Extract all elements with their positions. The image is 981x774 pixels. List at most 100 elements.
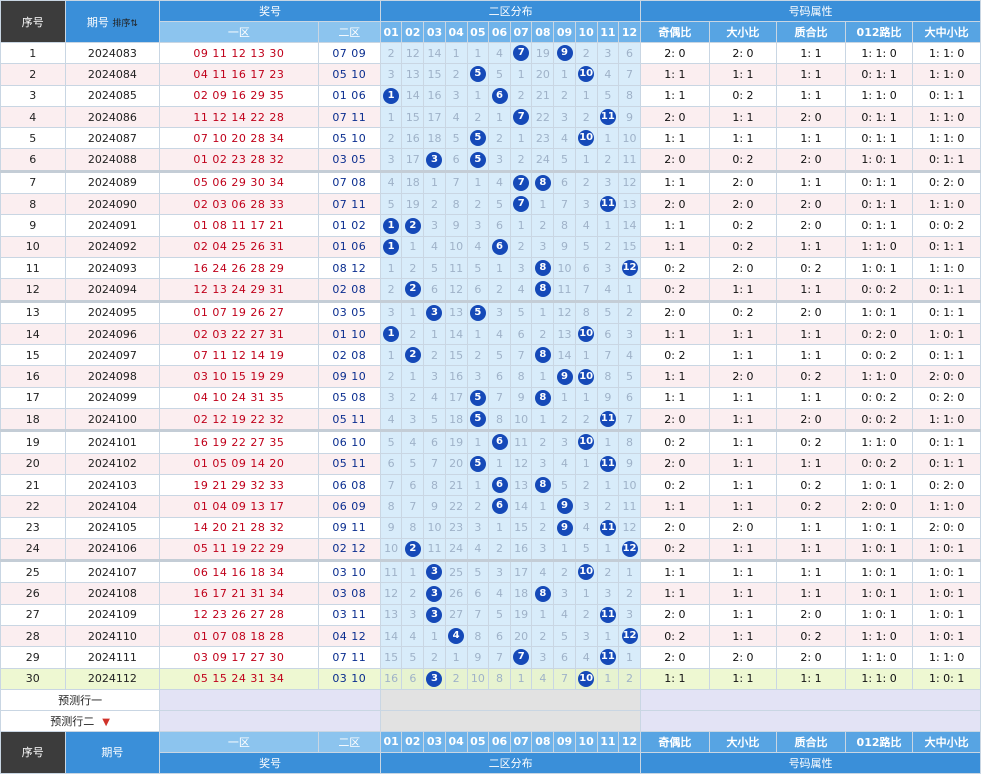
hit-ball: 1 [383, 238, 400, 255]
dist-cell: 3 [380, 63, 403, 86]
dist-cell: 7 [596, 344, 619, 367]
row-period: 2024105 [64, 516, 161, 539]
dist-cell: 6 [380, 452, 403, 475]
dist-cell: 8 [531, 344, 555, 367]
dist-cell: 5 [487, 603, 512, 627]
dist-cell: 20 [510, 625, 533, 648]
dist-cell: 15 [380, 646, 403, 669]
row-zone1-numbers: 01 04 09 13 17 [159, 495, 319, 518]
dist-cell: 5 [423, 256, 446, 280]
dist-cell: 2 [574, 603, 598, 627]
dist-cell: 4 [617, 344, 642, 367]
dist-cell: 10 [510, 408, 533, 432]
dist-cell: 3 [487, 299, 512, 324]
row-attr-2: 1: 1 [776, 386, 846, 410]
row-zone1-numbers: 03 10 15 19 29 [159, 365, 319, 388]
row-zone1-numbers: 16 24 26 28 29 [159, 256, 319, 280]
row-attr-0: 1: 1 [640, 495, 710, 518]
dist-cell: 8 [466, 625, 489, 648]
row-attr-0: 2: 0 [640, 41, 710, 65]
sort-icon[interactable]: 排序⇅ [112, 18, 138, 29]
header-period[interactable]: 期号 排序⇅ [64, 0, 161, 43]
row-attr-1: 1: 1 [708, 63, 778, 86]
hit-ball: 3 [426, 585, 443, 602]
dist-cell: 3 [423, 559, 446, 584]
dist-cell: 19 [531, 41, 555, 65]
dist-cell: 2 [531, 322, 555, 346]
sort-label: 排序 [112, 18, 131, 29]
row-zone1-numbers: 01 05 09 14 20 [159, 452, 319, 475]
row-attr-3: 0: 1: 1 [844, 63, 914, 86]
row-seq: 6 [0, 148, 66, 172]
dist-cell: 9 [553, 41, 576, 65]
row-zone1-numbers: 16 19 22 27 35 [159, 429, 319, 454]
header-attr-1: 大小比 [708, 21, 778, 43]
row-attr-4: 0: 1: 1 [912, 452, 981, 475]
dist-cell: 2 [553, 559, 576, 584]
dist-cell: 7 [380, 473, 403, 497]
dist-cell: 13 [401, 63, 425, 86]
prediction-row-2-dist[interactable] [380, 709, 642, 732]
row-seq: 1 [0, 41, 66, 65]
row-attr-3: 1: 0: 1 [844, 148, 914, 172]
hit-ball: 9 [556, 498, 573, 515]
table-row: 8 2024090 02 03 06 28 33 07 11 5 19 2 8 2 5 7 1 7 3 11… [0, 193, 981, 216]
dist-cell: 11 [596, 646, 619, 669]
dist-cell: 5 [466, 408, 489, 432]
dist-cell: 6 [487, 625, 512, 648]
hit-ball: 9 [556, 45, 573, 62]
row-attr-0: 1: 1 [640, 63, 710, 86]
arrow-down-icon[interactable]: ▼ [102, 717, 110, 728]
row-attr-3: 0: 1: 1 [844, 169, 914, 195]
row-attr-0: 1: 1 [640, 84, 710, 107]
dist-cell: 7 [510, 344, 533, 367]
row-attr-2: 0: 2 [776, 625, 846, 648]
dist-cell: 9 [596, 386, 619, 410]
row-period: 2024097 [64, 344, 161, 367]
dist-cell: 1 [531, 408, 555, 432]
dist-cell: 3 [510, 256, 533, 280]
row-seq: 28 [0, 625, 66, 648]
row-zone2-numbers: 05 11 [317, 408, 382, 432]
dist-cell: 16 [380, 667, 403, 690]
row-seq: 14 [0, 322, 66, 346]
prediction-row-2-zone[interactable] [159, 709, 382, 732]
row-attr-4: 0: 2: 0 [912, 473, 981, 497]
table-footer: 预测行一 预测行二 ▼ 序号 期号 一区 二区 01 02 03 04 05 06 07 08 0… [0, 688, 981, 774]
row-attr-3: 1: 1: 0 [844, 235, 914, 258]
table-row: 9 2024091 01 08 11 17 21 01 02 1 2 3 9 3 6 1 2 8 4 1 14… [0, 214, 981, 237]
row-attr-1: 0: 2 [708, 84, 778, 107]
row-attr-1: 1: 1 [708, 473, 778, 497]
hit-ball: 6 [491, 87, 508, 104]
dist-cell: 15 [510, 516, 533, 539]
prediction-row-2-attrs [640, 709, 981, 732]
dist-cell: 6 [423, 278, 446, 302]
dist-cell: 1 [574, 582, 598, 605]
prediction-row-1-dist[interactable] [380, 688, 642, 711]
row-attr-2: 1: 1 [776, 278, 846, 302]
dist-cell: 15 [423, 63, 446, 86]
dist-cell: 1 [380, 344, 403, 367]
header-col-12: 12 [617, 21, 642, 43]
dist-cell: 3 [380, 299, 403, 324]
dist-cell: 6 [553, 169, 576, 195]
dist-cell: 1 [531, 603, 555, 627]
row-attr-2: 1: 1 [776, 169, 846, 195]
dist-cell: 1 [380, 214, 403, 237]
dist-cell: 7 [401, 495, 425, 518]
dist-cell: 3 [531, 537, 555, 562]
row-period: 2024109 [64, 603, 161, 627]
row-attr-2: 1: 1 [776, 516, 846, 539]
prediction-row-1-zone[interactable] [159, 688, 382, 711]
hit-ball: 11 [599, 196, 616, 213]
row-attr-1: 1: 1 [708, 278, 778, 302]
dist-cell: 2 [617, 299, 642, 324]
dist-cell: 2 [423, 193, 446, 216]
row-zone2-numbers: 06 09 [317, 495, 382, 518]
dist-cell: 5 [466, 256, 489, 280]
row-attr-0: 2: 0 [640, 148, 710, 172]
dist-cell: 14 [380, 625, 403, 648]
row-attr-2: 2: 0 [776, 105, 846, 129]
row-attr-3: 1: 0: 1 [844, 582, 914, 605]
row-attr-0: 0: 2 [640, 278, 710, 302]
